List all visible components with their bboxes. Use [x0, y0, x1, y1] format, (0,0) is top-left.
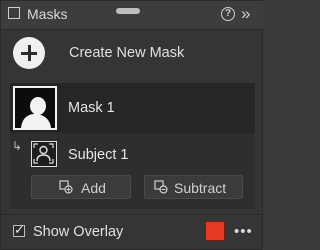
person-icon — [33, 143, 54, 164]
overlay-color-swatch[interactable] — [205, 221, 225, 241]
subtract-button[interactable]: Subtract — [144, 175, 243, 199]
subject-label: Subject 1 — [68, 147, 129, 163]
mask-row[interactable]: Mask 1 — [10, 83, 255, 133]
mask-name: Mask 1 — [68, 100, 115, 116]
mask-list: Mask 1 ↳ Subject 1 Add Subtract — [10, 83, 255, 209]
add-button[interactable]: Add — [31, 175, 131, 199]
checkmark-icon: ✓ — [14, 222, 25, 237]
subtract-mask-icon — [154, 180, 168, 194]
expand-icon[interactable]: » — [241, 4, 251, 24]
subcomponent-arrow-icon: ↳ — [12, 139, 23, 153]
more-options-icon[interactable]: ••• — [234, 223, 253, 240]
add-mask-icon — [59, 180, 73, 194]
create-mask-button[interactable] — [13, 37, 45, 69]
subtract-label: Subtract — [174, 180, 227, 196]
subject-icon[interactable] — [31, 141, 57, 167]
drag-handle[interactable] — [116, 8, 140, 14]
panel-title: Masks — [27, 6, 68, 22]
subject-silhouette-icon — [21, 97, 51, 128]
show-overlay-label[interactable]: Show Overlay — [33, 224, 123, 240]
help-icon[interactable]: ? — [221, 7, 235, 21]
panel-square-icon — [8, 7, 20, 19]
add-label: Add — [81, 180, 106, 196]
footer-divider — [1, 214, 264, 215]
panel-header: Masks ? » — [1, 1, 264, 30]
show-overlay-checkbox[interactable]: ✓ — [13, 222, 25, 237]
mask-thumbnail[interactable] — [13, 86, 57, 130]
masks-panel: Masks ? » Create New Mask Mask 1 ↳ Subje… — [0, 0, 264, 250]
plus-icon-vertical — [27, 45, 31, 61]
create-mask-label[interactable]: Create New Mask — [69, 45, 184, 61]
